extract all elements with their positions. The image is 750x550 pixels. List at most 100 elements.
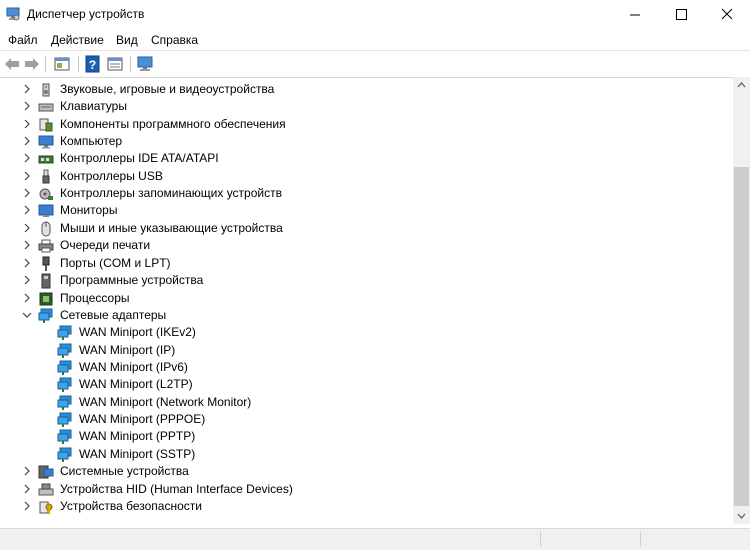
chevron-right-icon[interactable]: [22, 293, 32, 303]
network-adapter-icon: [57, 447, 72, 462]
tree-leaf-wan-miniport[interactable]: WAN Miniport (PPTP): [0, 428, 733, 445]
tree-node-label: Клавиатуры: [60, 99, 127, 113]
ide-controller-icon: [38, 155, 54, 164]
tree-node-hid[interactable]: Устройства HID (Human Interface Devices): [0, 481, 733, 498]
tree-node-label: Звуковые, игровые и видеоустройства: [60, 82, 275, 96]
tree-node-label: Контроллеры IDE ATA/ATAPI: [60, 151, 219, 165]
chevron-right-icon[interactable]: [22, 101, 32, 111]
tree-node-mice[interactable]: Мыши и иные указывающие устройства: [0, 220, 733, 237]
chevron-right-icon[interactable]: [22, 153, 32, 163]
chevron-right-icon[interactable]: [22, 119, 32, 129]
tree-node-storage[interactable]: Контроллеры запоминающих устройств: [0, 185, 733, 202]
scroll-down-icon[interactable]: [733, 507, 750, 524]
tree-node-processors[interactable]: Процессоры: [0, 290, 733, 307]
tree-node-label: Компьютер: [60, 134, 123, 148]
chevron-right-icon[interactable]: [22, 136, 32, 146]
tree-leaf-wan-miniport[interactable]: WAN Miniport (PPPOE): [0, 411, 733, 428]
window-title: Диспетчер устройств: [27, 7, 145, 21]
maximize-button[interactable]: [658, 0, 704, 30]
view-icon[interactable]: [106, 55, 124, 73]
chevron-right-icon[interactable]: [22, 484, 32, 494]
tree-node-label: Порты (COM и LPT): [60, 256, 171, 270]
tree-node-print-queues[interactable]: Очереди печати: [0, 237, 733, 254]
network-adapter-icon: [57, 360, 72, 375]
menu-bar: Файл Действие Вид Справка: [0, 30, 750, 50]
chevron-right-icon[interactable]: [22, 466, 32, 476]
properties-icon[interactable]: [53, 55, 71, 73]
toolbar-separator: [45, 56, 46, 72]
tree-node-label: Сетевые адаптеры: [60, 308, 167, 322]
menu-file[interactable]: Файл: [8, 33, 38, 47]
close-button[interactable]: [704, 0, 750, 30]
network-adapter-icon: [57, 377, 72, 392]
tree-node-usb[interactable]: Контроллеры USB: [0, 168, 733, 185]
forward-arrow-icon[interactable]: [23, 55, 41, 73]
system-device-icon: [38, 465, 54, 479]
mouse-icon: [41, 221, 51, 237]
tree-node-sound[interactable]: Звуковые, игровые и видеоустройства: [0, 81, 733, 98]
device-manager-icon: [6, 7, 20, 21]
tree-node-computer[interactable]: Компьютер: [0, 133, 733, 150]
svg-text:?: ?: [89, 58, 96, 72]
scroll-up-icon[interactable]: [733, 77, 750, 94]
chevron-right-icon[interactable]: [22, 84, 32, 94]
tree-node-ide[interactable]: Контроллеры IDE ATA/ATAPI: [0, 150, 733, 167]
tree-node-security-devices[interactable]: Устройства безопасности: [0, 498, 733, 515]
network-adapter-icon: [57, 343, 72, 358]
chevron-right-icon[interactable]: [22, 223, 32, 233]
device-tree: Звуковые, игровые и видеоустройства Клав…: [0, 77, 733, 524]
tree-node-label: Компоненты программного обеспечения: [60, 117, 286, 131]
tree-node-label: Системные устройства: [60, 464, 189, 478]
status-pane-divider: [540, 531, 541, 547]
minimize-button[interactable]: [612, 0, 658, 30]
tree-leaf-wan-miniport[interactable]: WAN Miniport (L2TP): [0, 376, 733, 393]
chevron-right-icon[interactable]: [22, 501, 32, 511]
scrollbar-thumb[interactable]: [734, 167, 749, 506]
network-adapter-icon: [57, 412, 72, 427]
network-adapter-icon: [57, 325, 72, 340]
tree-node-label: Устройства HID (Human Interface Devices): [60, 482, 293, 496]
tree-leaf-wan-miniport[interactable]: WAN Miniport (IP): [0, 342, 733, 359]
menu-action[interactable]: Действие: [51, 33, 104, 47]
toolbar-separator: [78, 56, 79, 72]
chevron-right-icon[interactable]: [22, 188, 32, 198]
tree-node-monitors[interactable]: Мониторы: [0, 202, 733, 219]
scan-hardware-icon[interactable]: [136, 55, 154, 73]
help-icon[interactable]: ?: [84, 55, 102, 73]
back-arrow-icon[interactable]: [3, 55, 21, 73]
tree-node-label: Процессоры: [60, 291, 130, 305]
chevron-right-icon[interactable]: [22, 258, 32, 268]
software-component-icon: [39, 118, 53, 132]
chevron-right-icon[interactable]: [22, 205, 32, 215]
tree-node-label: Контроллеры USB: [60, 169, 163, 183]
tree-node-label: Контроллеры запоминающих устройств: [60, 186, 282, 200]
vertical-scrollbar[interactable]: [733, 77, 750, 524]
tree-leaf-wan-miniport[interactable]: WAN Miniport (SSTP): [0, 446, 733, 463]
tree-node-keyboards[interactable]: Клавиатуры: [0, 98, 733, 115]
tree-leaf-label: WAN Miniport (IP): [79, 343, 176, 357]
tree-node-software-devices[interactable]: Программные устройства: [0, 272, 733, 289]
tree-leaf-wan-miniport[interactable]: WAN Miniport (IPv6): [0, 359, 733, 376]
tree-leaf-wan-miniport[interactable]: WAN Miniport (IKEv2): [0, 324, 733, 341]
chevron-right-icon[interactable]: [22, 275, 32, 285]
menu-help[interactable]: Справка: [151, 33, 198, 47]
status-bar: [0, 528, 750, 550]
tree-node-network-adapters[interactable]: Сетевые адаптеры: [0, 307, 733, 324]
chevron-right-icon[interactable]: [22, 240, 32, 250]
tree-leaf-wan-miniport[interactable]: WAN Miniport (Network Monitor): [0, 394, 733, 411]
computer-icon: [38, 135, 54, 149]
network-adapter-icon: [38, 308, 53, 323]
software-device-icon: [41, 273, 51, 289]
menu-view[interactable]: Вид: [116, 33, 138, 47]
keyboard-icon: [38, 103, 54, 112]
chevron-right-icon[interactable]: [22, 171, 32, 181]
chevron-down-icon[interactable]: [22, 310, 32, 320]
tree-leaf-label: WAN Miniport (IPv6): [79, 360, 188, 374]
tree-node-system-devices[interactable]: Системные устройства: [0, 463, 733, 480]
network-adapter-icon: [57, 429, 72, 444]
monitor-icon: [38, 204, 54, 217]
processor-icon: [39, 292, 53, 306]
tree-leaf-label: WAN Miniport (IKEv2): [79, 325, 196, 339]
tree-node-software-components[interactable]: Компоненты программного обеспечения: [0, 116, 733, 133]
tree-node-ports[interactable]: Порты (COM и LPT): [0, 255, 733, 272]
